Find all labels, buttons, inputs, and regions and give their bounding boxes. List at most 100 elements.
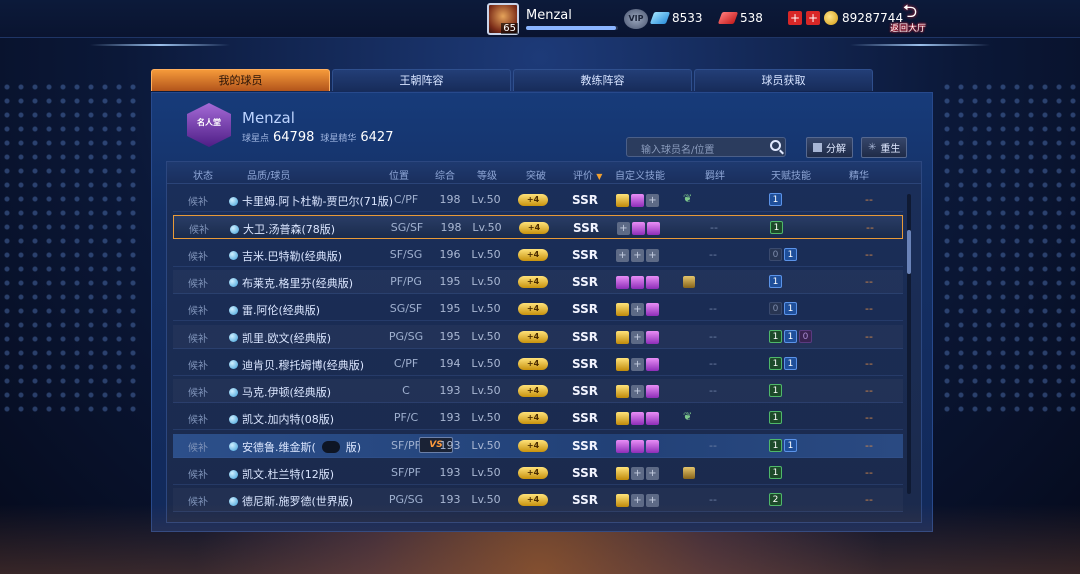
talent-badge[interactable]: 1 (784, 438, 797, 452)
talent-cell[interactable]: 11 (769, 356, 797, 370)
col-position[interactable]: 位置 (389, 167, 409, 182)
player-name-cell[interactable]: 凯里.欧文(经典版) (229, 330, 331, 346)
table-row[interactable]: 候补 安德鲁.维金斯(版) SF/PF VS 193 Lv.50 +4 SSR -- 1 1 -- (173, 433, 903, 458)
col-player[interactable]: 品质/球员 (247, 167, 290, 182)
col-rating[interactable]: 评价 ▼ (573, 167, 602, 182)
skill-icon[interactable] (616, 357, 629, 371)
skill-icon[interactable] (631, 275, 644, 289)
custom-skills-cell[interactable]: + (616, 194, 659, 207)
custom-skills-cell[interactable]: + + + (616, 248, 659, 262)
talent-cell[interactable]: 01 (769, 247, 797, 261)
talent-badge[interactable]: 1 (769, 356, 782, 370)
scroll-thumb[interactable] (907, 230, 911, 274)
tab-my-players[interactable]: 我的球员 (151, 69, 330, 91)
talent-cell[interactable]: 1 (769, 193, 782, 206)
col-overall[interactable]: 综合 (435, 167, 455, 182)
table-row[interactable]: 候补 迪肯贝.穆托姆博(经典版) C/PF 194 Lv.50 +4 SSR + -- 1 1 -- (173, 352, 903, 376)
talent-cell[interactable]: 11 (769, 438, 797, 452)
empty-skill-slot-icon[interactable]: + (617, 222, 630, 236)
vip-icon[interactable]: VIP (624, 9, 648, 29)
table-row[interactable]: 候补 凯里.欧文(经典版) PG/SG 195 Lv.50 +4 SSR + -- 1 1 0 -- (173, 325, 903, 349)
player-name-cell[interactable]: 吉米.巴特勒(经典版) (229, 248, 342, 264)
talent-badge[interactable]: 1 (769, 274, 782, 288)
player-name-cell[interactable]: 凯文.杜兰特(12版) (229, 466, 334, 482)
tab-player-acquire[interactable]: 球员获取 (694, 69, 873, 91)
skill-icon[interactable] (646, 330, 659, 344)
col-status[interactable]: 状态 (193, 167, 213, 182)
skill-icon[interactable] (631, 439, 644, 453)
col-talent[interactable]: 天赋技能 (771, 167, 811, 182)
talent-badge[interactable]: 1 (769, 411, 782, 425)
player-name-cell[interactable]: 布莱克.格里芬(经典版) (229, 275, 353, 291)
custom-skills-cell[interactable]: + + (616, 494, 659, 508)
skill-icon[interactable] (631, 412, 644, 426)
table-scrollbar[interactable] (907, 194, 911, 494)
talent-badge[interactable]: 1 (784, 356, 797, 370)
decompose-button[interactable]: 分解 (806, 137, 853, 158)
talent-badge[interactable]: 1 (770, 221, 783, 235)
table-row[interactable]: 候补 雷.阿伦(经典版) SG/SF 195 Lv.50 +4 SSR + -- 0 1 -- (173, 297, 903, 322)
talent-badge[interactable]: 1 (784, 302, 797, 316)
col-breakthrough[interactable]: 突破 (526, 167, 546, 182)
table-row[interactable]: 候补 凯文.加内特(08版) PF/C 193 Lv.50 +4 SSR ❦ 1 -- (173, 406, 903, 431)
skill-icon[interactable] (616, 412, 629, 426)
talent-badge[interactable]: 1 (769, 329, 782, 343)
col-level[interactable]: 等级 (477, 167, 497, 182)
player-name-cell[interactable]: 马克.伊顿(经典版) (229, 384, 331, 400)
empty-skill-slot-icon[interactable]: + (646, 494, 659, 508)
rebirth-button[interactable]: ✳ 重生 (861, 137, 908, 158)
diamond-counter[interactable]: 8533 (649, 11, 703, 25)
talent-cell[interactable]: 1 (769, 274, 782, 288)
talent-badge[interactable]: 1 (769, 384, 782, 398)
skill-icon[interactable] (616, 385, 629, 399)
skill-icon[interactable] (646, 303, 659, 317)
custom-skills-cell[interactable] (616, 439, 659, 453)
empty-skill-slot-icon[interactable]: + (616, 248, 629, 262)
player-name-cell[interactable]: 雷.阿伦(经典版) (229, 302, 320, 318)
bond-icon[interactable] (683, 275, 695, 288)
empty-skill-slot-icon[interactable]: + (631, 467, 644, 480)
talent-cell[interactable]: 2 (769, 493, 782, 507)
search-icon[interactable] (770, 140, 781, 151)
custom-skills-cell[interactable]: + (616, 330, 659, 344)
talent-badge[interactable]: 1 (769, 193, 782, 206)
search-input[interactable] (627, 141, 767, 160)
empty-skill-slot-icon[interactable]: + (646, 467, 659, 480)
talent-badge[interactable]: 0 (799, 329, 812, 343)
skill-icon[interactable] (616, 494, 629, 508)
add-gold-icon[interactable]: + (806, 11, 820, 25)
custom-skills-cell[interactable]: + (616, 303, 659, 317)
player-name-cell[interactable]: 凯文.加内特(08版) (229, 411, 334, 427)
skill-icon[interactable] (616, 275, 629, 289)
skill-icon[interactable] (646, 275, 659, 289)
skill-icon[interactable] (647, 222, 660, 236)
bond-leaf-icon[interactable]: ❦ (683, 193, 695, 205)
custom-skills-cell[interactable] (616, 275, 659, 289)
empty-skill-slot-icon[interactable]: + (646, 194, 659, 207)
col-custom-skills[interactable]: 自定义技能 (615, 167, 665, 182)
talent-badge[interactable]: 1 (784, 329, 797, 343)
col-bond[interactable]: 羁绊 (705, 167, 725, 182)
skill-icon[interactable] (616, 439, 629, 453)
talent-badge[interactable]: 0 (769, 247, 782, 261)
empty-skill-slot-icon[interactable]: + (631, 330, 644, 344)
gold-counter[interactable]: + + 89287744 (788, 11, 903, 25)
player-name-cell[interactable]: 卡里姆.阿卜杜勒-贾巴尔(71版) (229, 193, 393, 209)
col-essence[interactable]: 精华 (849, 167, 869, 182)
player-name-cell[interactable]: 大卫.汤普森(78版) (230, 221, 335, 237)
back-to-lobby-button[interactable]: ⮌ 返回大厅 (890, 3, 928, 35)
empty-skill-slot-icon[interactable]: + (631, 357, 644, 371)
ticket-counter[interactable]: 538 (717, 11, 763, 25)
tab-coach-lineup[interactable]: 教练阵容 (513, 69, 692, 91)
talent-cell[interactable]: 1 (769, 466, 782, 479)
skill-icon[interactable] (646, 357, 659, 371)
talent-badge[interactable]: 0 (769, 302, 782, 316)
skill-icon[interactable] (616, 330, 629, 344)
add-icon[interactable]: + (788, 11, 802, 25)
skill-icon[interactable] (616, 303, 629, 317)
talent-cell[interactable]: 1 (770, 221, 783, 235)
custom-skills-cell[interactable]: + (616, 385, 659, 399)
skill-icon[interactable] (631, 194, 644, 207)
empty-skill-slot-icon[interactable]: + (631, 303, 644, 317)
talent-cell[interactable]: 01 (769, 302, 797, 316)
